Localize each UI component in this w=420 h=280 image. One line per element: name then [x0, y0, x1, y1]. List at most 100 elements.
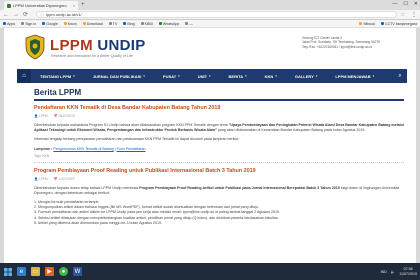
nav-item-jurnal-dan-publikasi[interactable]: JURNAL DAN PUBLIKASI ▾ — [84, 74, 154, 79]
chrome-icon[interactable]: ● — [59, 267, 68, 276]
bookmark-item[interactable]: Mibook — [359, 22, 375, 26]
windows-start-icon[interactable] — [3, 267, 12, 276]
post-author: 👤 LPPM — [34, 114, 48, 118]
page-viewport: LPPM UNDIP Research and Innovation for a… — [0, 28, 420, 263]
section-title: Berita LPPM — [34, 88, 404, 101]
news-post: Program Pembiayaan Proof Reading untuk P… — [34, 168, 404, 226]
reload-icon[interactable]: ⟳ — [23, 12, 28, 18]
attachment-link[interactable]: Form Pendaftaran — [117, 147, 146, 151]
bookmark-favicon-icon — [185, 22, 189, 25]
browser-tab[interactable]: LPPM Universitas Diponegoro × — [4, 1, 78, 10]
forward-arrow-icon[interactable]: → — [13, 12, 19, 18]
close-tab-icon[interactable]: × — [73, 3, 75, 8]
bookmark-label: Sign in — [25, 21, 37, 26]
post-paragraph: Informasi lengkap tentang persyaratan pe… — [34, 137, 240, 142]
favicon-icon — [7, 3, 11, 8]
word-icon[interactable]: W — [73, 267, 82, 276]
post-meta: 👤 LPPM 📅 06/07/2019 — [34, 114, 404, 118]
nav-item-lppm-menjawab[interactable]: LPPM MENJAWAB ▾ — [326, 74, 383, 79]
bookmark-item[interactable]: Download — [82, 21, 103, 26]
nav-item-label: TENTANG LPPM — [40, 73, 72, 79]
calendar-icon: 📅 — [53, 114, 58, 118]
nav-item-tentang-lppm[interactable]: TENTANG LPPM ▾ — [31, 74, 84, 79]
chevron-down-icon: ▾ — [245, 74, 247, 78]
bookmark-item[interactable]: TV — [108, 21, 118, 26]
nav-item-kkn[interactable]: KKN ▾ — [256, 74, 286, 79]
para-text: yang akan dilaksanakan di Kecamatan Band… — [216, 128, 366, 133]
address-line: Telp./Fax. +62247460041 / lppm@live.undi… — [302, 44, 372, 49]
home-icon[interactable]: ⌂ — [17, 69, 31, 83]
bookmark-favicon-icon — [108, 22, 112, 25]
file-explorer-icon[interactable]: ▭ — [31, 267, 40, 276]
internet-explorer-icon[interactable]: e — [17, 267, 26, 276]
requirements-list: 1. Mengisi formulir pendaftaran terlampi… — [34, 200, 404, 226]
info-icon[interactable]: ⓘ — [40, 12, 44, 18]
maximize-button[interactable]: ☐ — [403, 0, 407, 9]
bookmark-item[interactable]: Sign in — [21, 22, 36, 26]
site-header: LPPM UNDIP Research and Innovation for a… — [4, 28, 416, 68]
bookmark-label: TV — [112, 21, 118, 26]
post-tags[interactable]: Tags: KKN — [34, 154, 404, 163]
bookmark-label: Google — [46, 21, 58, 26]
clock-date: 11/07/2019 — [399, 271, 417, 276]
taskbar-clock[interactable]: 07:36 11/07/2019 — [399, 267, 417, 276]
attachment-link[interactable]: Pengumuman KKN Tematik di Batang — [53, 147, 113, 151]
bookmark-item[interactable]: Kwon — [63, 22, 77, 26]
list-item: 5. Artikel yang diterima akan diumumkan … — [34, 220, 163, 225]
bookmark-label: Apps — [7, 21, 16, 26]
bookmark-label: — — [189, 21, 193, 26]
bookmarks-bar: Apps Sign in Google Kwon Download TV Bing KBBI W… — [0, 20, 420, 28]
browser-menu-icon[interactable]: ⋮ — [411, 11, 417, 18]
nav-item-label: KKN — [264, 73, 274, 79]
nav-item-label: UNIT — [197, 73, 208, 79]
search-icon[interactable]: ⌕ — [393, 69, 407, 83]
bookmark-favicon-icon — [42, 22, 46, 25]
post-paragraph: Diberitahukan kepada dosen tetap bahwa L… — [34, 186, 404, 196]
news-post: Pendaftaran KKN Tematik di Desa Bandar K… — [34, 105, 404, 163]
volume-icon[interactable]: 🔈 — [391, 270, 395, 274]
bookmark-item[interactable]: Bing — [123, 21, 135, 26]
close-window-button[interactable]: ✕ — [414, 0, 418, 9]
nav-item-label: BERITA — [228, 73, 244, 79]
language-indicator[interactable]: IND — [381, 270, 387, 274]
post-title-link[interactable]: Pendaftaran KKN Tematik di Desa Bandar K… — [34, 105, 404, 111]
calendar-icon: 📅 — [53, 176, 58, 181]
new-tab-button[interactable]: + — [81, 2, 85, 8]
chevron-down-icon: ▾ — [372, 74, 375, 78]
nav-item-label: GALLERY — [294, 73, 314, 79]
attach-separator: | — [114, 146, 116, 151]
bookmark-label: CCTV banjarnegara — [385, 21, 417, 26]
bookmark-favicon-icon — [158, 22, 162, 25]
author-label: LPPM — [38, 114, 48, 118]
bookmark-label: Bing — [127, 21, 135, 26]
para-text: Diberitahukan kepada dosen tetap bahwa L… — [34, 185, 140, 190]
bookmark-favicon-icon — [123, 22, 127, 25]
post-title-link[interactable]: Program Pembiayaan Proof Reading untuk P… — [34, 168, 404, 174]
back-arrow-icon[interactable]: ← — [3, 12, 9, 18]
main-navigation: ⌂ TENTANG LPPM ▾ JURNAL DAN PUBLIKASI ▾ PUSA… — [17, 69, 407, 83]
bookmark-item[interactable]: CCTV banjarnegara — [381, 22, 417, 26]
site-logo[interactable]: LPPM UNDIP — [50, 37, 146, 54]
nav-item-unit[interactable]: UNIT ▾ — [189, 74, 220, 79]
chevron-down-icon: ▾ — [209, 74, 211, 78]
nav-item-pusat[interactable]: PUSAT ▾ — [154, 74, 189, 79]
nav-item-berita[interactable]: BERITA ▾ — [220, 74, 256, 79]
bookmark-label: KBBI — [144, 21, 153, 26]
bookmark-item[interactable]: Apps — [3, 22, 15, 26]
bookmark-item[interactable]: KBBI — [140, 21, 153, 26]
bookmark-item[interactable]: WhatsApp — [158, 22, 179, 26]
bookmark-label: Download — [86, 21, 103, 26]
tab-title: LPPM Universitas Diponegoro — [13, 3, 67, 8]
bookmark-item[interactable]: — — [185, 22, 193, 26]
nav-item-gallery[interactable]: GALLERY ▾ — [286, 74, 326, 79]
bookmark-favicon-icon — [63, 22, 67, 25]
undip-emblem-icon[interactable] — [24, 34, 46, 60]
browser-tabbar: LPPM Universitas Diponegoro × + — ☐ ✕ — [0, 0, 420, 10]
bookmark-item[interactable]: Google — [42, 22, 58, 26]
url-input[interactable]: ⓘ lppm.undip.ac.id/v1/ — [36, 11, 397, 18]
author-label: LPPM — [38, 176, 48, 181]
os-taskbar: e ▭ ▶ ● W IND 🔈 07:36 11/07/2019 — [0, 263, 420, 280]
minimize-button[interactable]: — — [392, 0, 397, 9]
bookmark-star-icon[interactable]: ☆ — [401, 12, 405, 18]
media-player-icon[interactable]: ▶ — [45, 267, 54, 276]
